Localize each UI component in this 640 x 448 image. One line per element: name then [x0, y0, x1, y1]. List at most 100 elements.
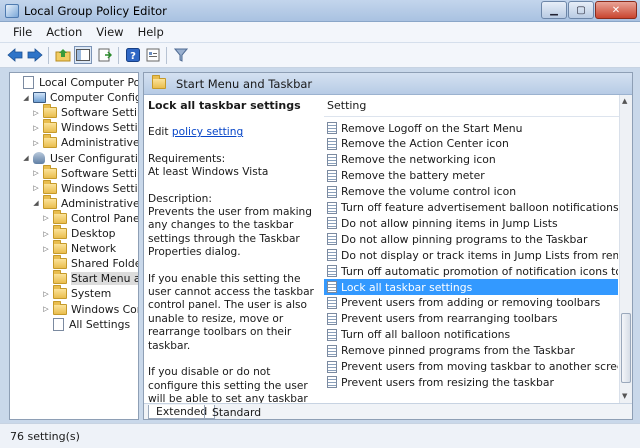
tree-item[interactable]: ▷ Administrative Temp	[32, 134, 139, 150]
export-list-icon[interactable]	[96, 46, 114, 64]
extended-description: Lock all taskbar settings Edit policy se…	[148, 99, 320, 418]
folder-icon	[43, 194, 57, 209]
policy-setting-icon	[327, 328, 337, 341]
tree-item-label: Administrative Temp	[61, 136, 139, 150]
menu-action[interactable]: Action	[39, 23, 89, 41]
setting-row[interactable]: Do not display or track items in Jump Li…	[324, 247, 618, 263]
close-button[interactable]: ✕	[595, 1, 637, 19]
tree-item-label: Computer Configuration	[50, 91, 139, 105]
tree-item[interactable]: ▷ Software Settings	[32, 164, 138, 181]
expand-toggle-icon[interactable]: ▷	[42, 290, 50, 298]
tree-item[interactable]: All Settings	[42, 317, 130, 332]
setting-label: Remove pinned programs from the Taskbar	[341, 344, 575, 358]
policy-setting-icon	[327, 265, 337, 278]
scrollbar-thumb[interactable]	[621, 313, 631, 383]
expand-toggle-icon[interactable]: ▷	[32, 109, 40, 117]
setting-row[interactable]: Remove Logoff on the Start Menu	[324, 120, 618, 136]
tree-item[interactable]: ◢ User Configuration	[22, 151, 138, 166]
expand-toggle-icon[interactable]: ▷	[32, 124, 40, 132]
show-hide-tree-icon[interactable]	[74, 46, 92, 64]
expand-toggle-icon[interactable]: ▷	[42, 245, 50, 253]
setting-row[interactable]: Turn off automatic promotion of notifica…	[324, 263, 618, 279]
tree-item[interactable]: Shared Folders	[42, 255, 138, 271]
setting-row[interactable]: Remove the networking icon	[324, 152, 618, 168]
menu-help[interactable]: Help	[131, 23, 171, 41]
tree-item[interactable]: ▷ Control Panel	[42, 209, 138, 226]
setting-label: Remove the networking icon	[341, 153, 496, 167]
arrow-left-icon[interactable]	[6, 46, 24, 64]
expand-toggle-icon[interactable]: ▷	[42, 230, 50, 238]
setting-row[interactable]: Remove pinned programs from the Taskbar	[324, 343, 618, 359]
setting-row[interactable]: Prevent users from moving taskbar to ano…	[324, 359, 618, 375]
tree-item[interactable]: Start Menu and T	[42, 270, 138, 286]
expand-toggle-icon[interactable]: ▷	[42, 305, 50, 313]
tree-item[interactable]: ▷ Network	[42, 240, 116, 256]
setting-row[interactable]: Remove the volume control icon	[324, 184, 618, 200]
tree-item-label: Software Settings	[61, 106, 138, 120]
settings-list[interactable]: Setting Remove Logoff on the Start Menu R…	[324, 95, 632, 403]
tree-item-label: Software Settings	[61, 166, 138, 180]
folder-icon	[53, 209, 67, 224]
policy-setting-icon	[327, 376, 337, 389]
setting-row[interactable]: Turn off feature advertisement balloon n…	[324, 200, 618, 216]
setting-row[interactable]: Prevent users from resizing the taskbar	[324, 374, 618, 390]
expand-toggle-icon[interactable]: ◢	[22, 154, 30, 162]
arrow-right-icon[interactable]	[26, 46, 44, 64]
tree-item[interactable]: ▷ Windows Settings	[32, 119, 138, 135]
setting-row[interactable]: Remove the Action Center icon	[324, 136, 618, 152]
minimize-button[interactable]: ▁	[541, 1, 567, 19]
tab-standard[interactable]: Standard	[204, 405, 268, 419]
details-pane: Start Menu and Taskbar Lock all taskbar …	[143, 72, 633, 420]
toolbar-separator	[48, 47, 49, 64]
tree-item[interactable]: ▷ Windows Compo	[42, 300, 138, 317]
folder-up-icon[interactable]	[54, 46, 72, 64]
requirements-label: Requirements:	[148, 152, 226, 165]
expand-toggle-icon[interactable]: ◢	[32, 199, 40, 207]
setting-row[interactable]: Remove the battery meter	[324, 168, 618, 184]
app-icon	[5, 4, 19, 18]
expand-toggle-icon[interactable]: ▷	[32, 169, 40, 177]
policy-setting-icon	[327, 360, 337, 373]
tree-item[interactable]: ▷ System	[42, 285, 111, 301]
pane-header: Start Menu and Taskbar	[144, 73, 632, 95]
setting-row[interactable]: Do not allow pinning programs to the Tas…	[324, 231, 618, 247]
expand-toggle-icon[interactable]: ▷	[32, 184, 40, 192]
setting-row[interactable]: Turn off all balloon notifications	[324, 327, 618, 343]
tree-pane[interactable]: Local Computer Policy ◢ Computer Configura…	[9, 72, 139, 420]
settings-scrollbar[interactable]: ▲ ▼	[619, 95, 632, 403]
setting-row[interactable]: Do not allow pinning items in Jump Lists	[324, 215, 618, 231]
setting-row[interactable]: Lock all taskbar settings	[324, 279, 618, 295]
menu-file[interactable]: File	[6, 23, 39, 41]
expand-toggle-icon[interactable]: ▷	[42, 214, 50, 222]
help-icon[interactable]: ?	[124, 46, 142, 64]
menu-view[interactable]: View	[89, 23, 130, 41]
tree-item[interactable]: ◢ Computer Configuration	[22, 90, 139, 105]
tree-item-label: All Settings	[69, 317, 131, 331]
scroll-down-icon[interactable]: ▼	[622, 392, 627, 400]
description-text: Prevents the user from making any change…	[148, 206, 312, 259]
folder-icon	[53, 285, 67, 300]
title-bar: Local Group Policy Editor ▁ ▢ ✕	[0, 0, 640, 22]
setting-label: Remove the battery meter	[341, 169, 485, 183]
folder-icon	[43, 179, 57, 194]
scroll-up-icon[interactable]: ▲	[622, 97, 627, 105]
expand-toggle-icon[interactable]: ▷	[32, 139, 40, 147]
tree-item[interactable]: ◢ Administrative Temp	[32, 194, 139, 211]
tree-item-label: Start Menu and T	[71, 272, 138, 286]
tree-item[interactable]: ▷ Windows Settings	[32, 179, 138, 196]
setting-label: Prevent users from moving taskbar to ano…	[341, 360, 618, 373]
tree-item-label: Administrative Temp	[61, 196, 139, 210]
document-icon	[23, 76, 34, 89]
setting-row[interactable]: Prevent users from adding or removing to…	[324, 295, 618, 311]
setting-row[interactable]: Prevent users from rearranging toolbars	[324, 311, 618, 327]
tree-item[interactable]: ▷ Desktop	[42, 225, 116, 241]
expand-toggle-icon[interactable]: ◢	[22, 94, 30, 102]
column-header-setting[interactable]: Setting	[324, 95, 620, 117]
maximize-button[interactable]: ▢	[568, 1, 594, 19]
toolbar-separator	[166, 47, 167, 64]
properties-icon[interactable]	[144, 46, 162, 64]
tree-item[interactable]: Local Computer Policy	[12, 75, 138, 90]
edit-policy-link[interactable]: policy setting	[172, 126, 243, 138]
tree-item[interactable]: ▷ Software Settings	[32, 104, 138, 120]
filter-icon[interactable]	[172, 46, 190, 64]
